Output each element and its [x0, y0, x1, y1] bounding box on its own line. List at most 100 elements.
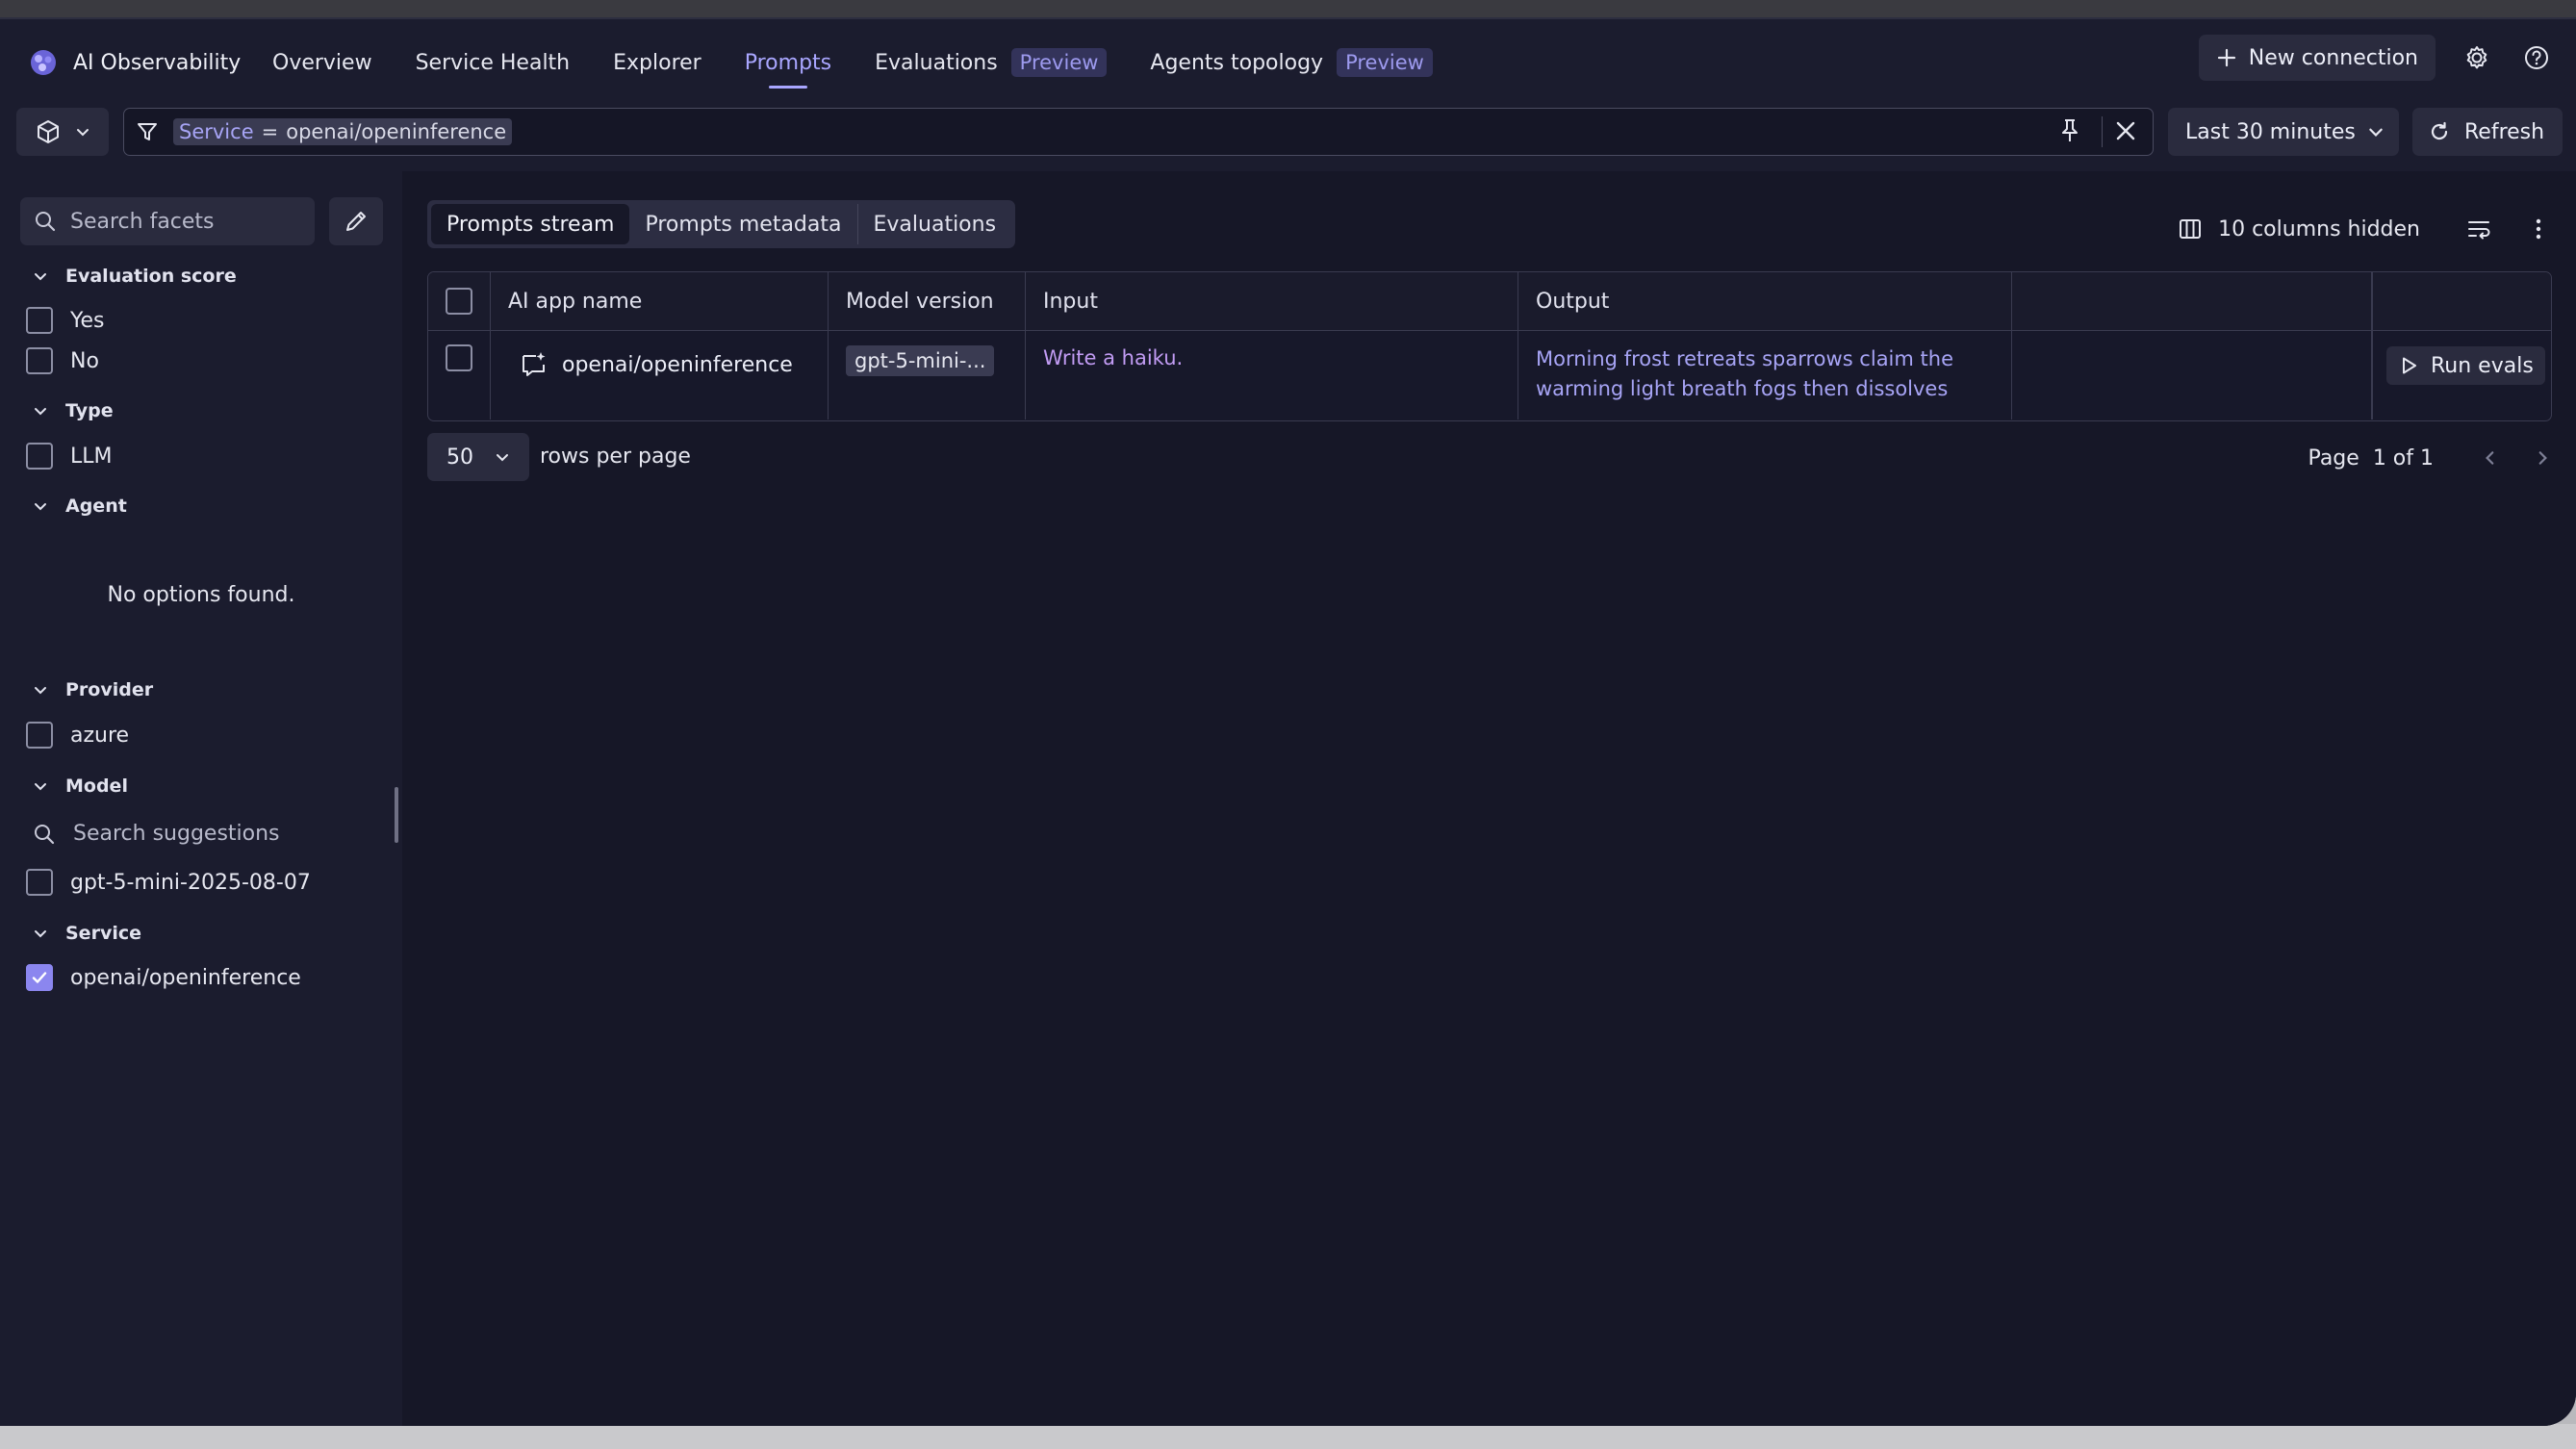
filter-input[interactable]: Service = openai/openinference: [123, 108, 2154, 156]
top-nav: AI Observability Overview Service Health…: [0, 19, 2576, 108]
facet-title: Service: [65, 923, 141, 944]
tab-label: Prompts metadata: [645, 212, 842, 237]
play-icon: [2403, 357, 2416, 374]
facet-option-llm[interactable]: LLM: [26, 443, 113, 470]
checkbox[interactable]: [26, 443, 53, 470]
facet-model-header[interactable]: Model: [33, 775, 128, 797]
line-wrap-button[interactable]: [2459, 209, 2499, 249]
help-button[interactable]: [2516, 38, 2557, 78]
clear-filter-button[interactable]: [2110, 115, 2141, 150]
chevron-down-icon: [35, 503, 46, 511]
column-header-model-version[interactable]: Model version: [829, 272, 1026, 330]
chevron-left-icon: [2486, 451, 2494, 465]
facet-option-model[interactable]: gpt-5-mini-2025-08-07: [26, 869, 311, 896]
app-brand[interactable]: AI Observability: [29, 42, 241, 83]
rows-per-page-value: 50: [446, 445, 473, 470]
column-header-label: AI app name: [508, 289, 643, 314]
page-label: Page: [2308, 445, 2359, 470]
columns-icon: [2180, 219, 2202, 239]
timeframe-selector[interactable]: Last 30 minutes: [2168, 108, 2399, 156]
facet-provider-header[interactable]: Provider: [33, 679, 153, 700]
desktop-bottom-strip: [0, 1424, 2576, 1449]
timeframe-label: Last 30 minutes: [2185, 119, 2356, 144]
edit-facets-button[interactable]: [329, 197, 383, 245]
select-all-cell: [428, 272, 491, 330]
nav-prompts[interactable]: Prompts: [745, 51, 831, 89]
chevron-right-icon: [2538, 451, 2547, 465]
ai-chat-icon: [523, 352, 546, 376]
app-name-text: openai/openinference: [562, 352, 793, 377]
previous-page-button[interactable]: [2474, 438, 2507, 478]
tab-prompts-stream[interactable]: Prompts stream: [431, 204, 630, 244]
checkbox[interactable]: [26, 307, 53, 334]
chevron-down-icon: [2369, 128, 2383, 137]
rows-per-page-select[interactable]: 50: [427, 433, 529, 481]
column-header-label: Input: [1043, 289, 1098, 314]
facet-type-header[interactable]: Type: [33, 400, 114, 421]
nav-evaluations-label: Evaluations: [875, 50, 998, 75]
facet-agent-header[interactable]: Agent: [33, 496, 127, 517]
run-evals-button[interactable]: Run evals: [2386, 346, 2545, 385]
actions-cell: Run evals: [2372, 331, 2551, 419]
pin-filter-button[interactable]: [2054, 115, 2085, 150]
tab-evaluations[interactable]: Evaluations: [856, 204, 1012, 244]
filter-value: openai/openinference: [286, 120, 507, 143]
column-header-actions: [2372, 272, 2551, 330]
row-checkbox[interactable]: [446, 344, 472, 371]
nav-service-health[interactable]: Service Health: [416, 51, 571, 75]
output-text: Morning frost retreats sparrows claim th…: [1536, 344, 2011, 404]
more-options-button[interactable]: [2518, 209, 2559, 249]
segment-picker-button[interactable]: [16, 108, 109, 156]
column-header-app-name[interactable]: AI app name: [491, 272, 829, 330]
facet-option-service[interactable]: openai/openinference: [26, 964, 301, 991]
facet-search-input[interactable]: Search facets: [20, 197, 315, 245]
nav-agents-topology-label: Agents topology: [1150, 50, 1324, 75]
view-tabs: Prompts stream Prompts metadata Evaluati…: [427, 200, 1016, 248]
facet-evaluation-score-header[interactable]: Evaluation score: [33, 266, 237, 287]
facet-option-azure[interactable]: azure: [26, 722, 129, 749]
filter-operator: =: [261, 120, 279, 143]
table-row[interactable]: openai/openinference gpt-5-mini-... Writ…: [428, 331, 2551, 419]
nav-agents-topology[interactable]: Agents topology Preview: [1150, 48, 1433, 77]
facet-option-no[interactable]: No: [26, 347, 99, 374]
new-connection-button[interactable]: New connection: [2198, 35, 2436, 81]
select-all-checkbox[interactable]: [446, 288, 472, 315]
column-header-input[interactable]: Input: [1026, 272, 1518, 330]
facet-service-header[interactable]: Service: [33, 923, 141, 944]
nav-explorer[interactable]: Explorer: [613, 51, 701, 75]
facets-sidebar: Search facets Evaluation score Yes No Ty…: [0, 171, 402, 1426]
model-suggestions-search[interactable]: Search suggestions: [33, 822, 280, 846]
chevron-down-icon: [35, 930, 46, 938]
facet-search-placeholder: Search facets: [70, 209, 215, 234]
facet-option-yes[interactable]: Yes: [26, 307, 105, 334]
page-value: 1 of 1: [2372, 445, 2434, 470]
facet-option-label: openai/openinference: [70, 965, 301, 990]
checkbox-checked[interactable]: [26, 964, 53, 991]
settings-button[interactable]: [2457, 38, 2497, 78]
sidebar-resize-handle[interactable]: [395, 787, 398, 843]
next-page-button[interactable]: [2526, 438, 2559, 478]
checkbox[interactable]: [26, 347, 53, 374]
nav-overview[interactable]: Overview: [272, 51, 372, 75]
checkmark-icon: [32, 972, 47, 983]
nav-evaluations[interactable]: Evaluations Preview: [875, 48, 1108, 77]
column-header-output[interactable]: Output: [1518, 272, 2012, 330]
filter-chip[interactable]: Service = openai/openinference: [173, 118, 513, 145]
refresh-button[interactable]: Refresh: [2412, 108, 2563, 156]
checkbox[interactable]: [26, 869, 53, 896]
column-header-label: Output: [1536, 289, 1610, 314]
checkbox[interactable]: [26, 722, 53, 749]
refresh-icon: [2431, 121, 2448, 140]
preview-badge: Preview: [1337, 48, 1433, 77]
run-evals-label: Run evals: [2431, 353, 2534, 378]
tab-prompts-metadata[interactable]: Prompts metadata: [629, 204, 856, 244]
facet-title: Evaluation score: [65, 266, 237, 287]
table-toolbar: 10 columns hidden: [2178, 210, 2559, 248]
chevron-down-icon: [497, 454, 508, 462]
tab-label: Evaluations: [873, 212, 997, 237]
input-cell: Write a haiku.: [1026, 331, 1518, 419]
rows-per-page-label: rows per page: [540, 445, 691, 469]
columns-hidden-button[interactable]: 10 columns hidden: [2178, 216, 2420, 242]
tab-label: Prompts stream: [446, 212, 615, 237]
chevron-down-icon: [35, 408, 46, 416]
